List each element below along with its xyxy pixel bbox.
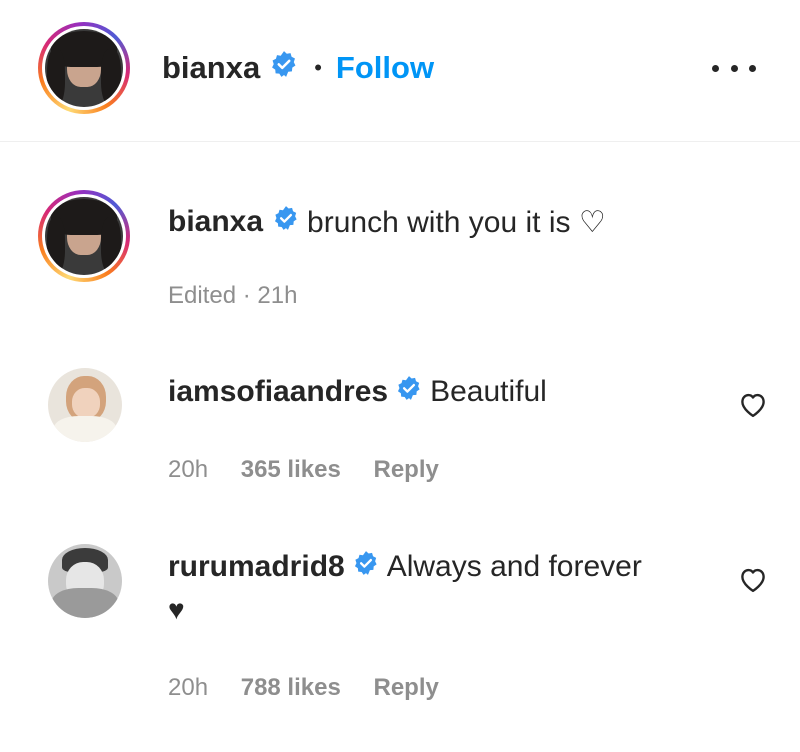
caption-avatar[interactable] xyxy=(38,190,130,282)
caption-text: brunch with you it is ♡ xyxy=(307,205,606,239)
header-separator: • xyxy=(314,55,322,80)
follow-button[interactable]: Follow xyxy=(336,50,434,86)
comment-text-line2: ♥ xyxy=(168,594,185,625)
commenter-username[interactable]: rurumadrid8 xyxy=(168,550,345,584)
header-divider xyxy=(0,141,800,142)
like-heart-icon[interactable] xyxy=(738,390,768,418)
verified-badge-icon xyxy=(353,550,379,584)
reply-button[interactable]: Reply xyxy=(373,456,438,483)
caption-username[interactable]: bianxa xyxy=(168,205,263,239)
reply-button[interactable]: Reply xyxy=(373,674,438,701)
comment-time: 20h xyxy=(168,456,209,483)
author-username[interactable]: bianxa xyxy=(162,50,260,86)
commenter-username[interactable]: iamsofiaandres xyxy=(168,375,388,409)
comment-text: Beautiful xyxy=(430,375,547,408)
more-dot-icon xyxy=(730,64,738,72)
comment-text: Always and forever xyxy=(386,550,642,583)
commenter-avatar[interactable] xyxy=(48,368,122,442)
comment-likes[interactable]: 365 likes xyxy=(241,456,341,483)
more-options-icon[interactable] xyxy=(712,58,756,78)
caption-meta: Edited · 21h xyxy=(168,282,298,309)
more-dot-icon xyxy=(712,64,719,72)
verified-badge-icon xyxy=(396,375,422,409)
like-heart-icon[interactable] xyxy=(738,565,768,593)
verified-badge-icon xyxy=(273,205,299,239)
verified-badge-icon xyxy=(270,50,298,86)
more-dot-icon xyxy=(749,64,756,72)
author-avatar[interactable] xyxy=(38,22,130,114)
commenter-avatar[interactable] xyxy=(48,544,122,618)
comment-likes[interactable]: 788 likes xyxy=(241,674,341,701)
comment-time: 20h xyxy=(168,674,209,701)
